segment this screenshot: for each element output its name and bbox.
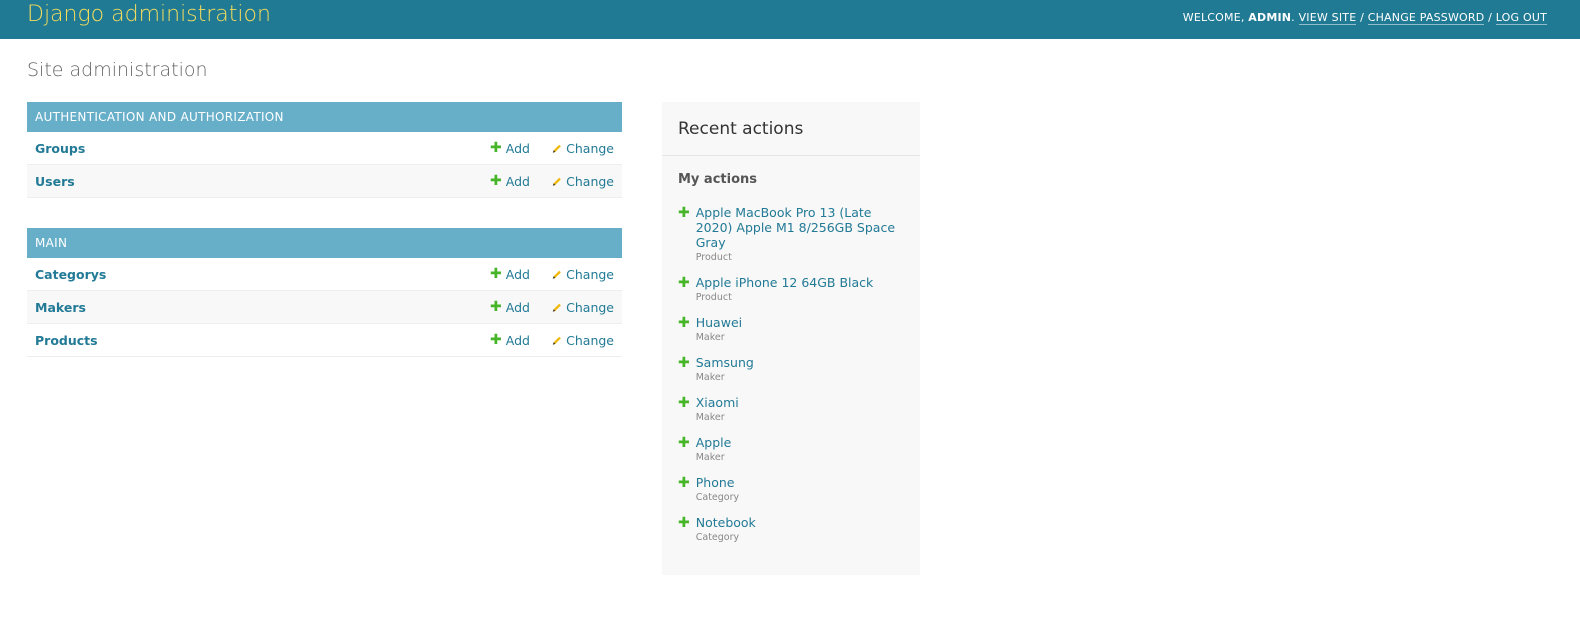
action-link[interactable]: Apple MacBook Pro 13 (Late 2020) Apple M… [696,205,904,250]
action-link[interactable]: Apple [696,435,732,450]
plus-icon: ✚ [678,515,690,531]
plus-icon: ✚ [678,395,690,411]
table-row: Products ✚ Add Change [27,324,622,357]
module-caption[interactable]: AUTHENTICATION AND AUTHORIZATION [27,102,622,132]
action-link[interactable]: Apple iPhone 12 64GB Black [696,275,874,290]
pencil-icon [552,303,561,312]
list-item: ✚ Huawei Maker [678,315,904,343]
model-link-users[interactable]: Users [35,174,490,189]
action-type: Product [695,292,732,303]
add-button[interactable]: ✚ Add [490,174,552,189]
add-label: Add [505,299,530,315]
change-label: Change [566,266,614,282]
action-type: Maker [695,332,725,343]
separator: . [1291,11,1299,24]
action-type: Maker [695,412,725,423]
pencil-icon [552,144,561,153]
change-label: Change [566,140,614,156]
view-site-link[interactable]: VIEW SITE [1298,11,1357,25]
welcome-text: WELCOME, [1182,11,1249,24]
pencil-icon [552,177,561,186]
plus-icon: ✚ [678,275,690,291]
list-item: ✚ Apple iPhone 12 64GB Black Product [678,275,904,303]
table-row: Makers ✚ Add Change [27,291,622,324]
site-branding[interactable]: Django administration [27,3,271,26]
module-caption[interactable]: MAIN [27,228,622,258]
plus-icon: ✚ [490,140,502,156]
add-button[interactable]: ✚ Add [490,141,552,156]
model-link-groups[interactable]: Groups [35,141,490,156]
plus-icon: ✚ [490,299,502,315]
action-type: Maker [695,372,725,383]
add-button[interactable]: ✚ Add [490,267,552,282]
list-item: ✚ Xiaomi Maker [678,395,904,423]
add-button[interactable]: ✚ Add [490,300,552,315]
action-type: Category [695,532,740,543]
change-password-link[interactable]: CHANGE PASSWORD [1367,11,1485,25]
list-item: ✚ Apple MacBook Pro 13 (Late 2020) Apple… [678,205,904,263]
action-link[interactable]: Samsung [696,355,754,370]
list-item: ✚ Samsung Maker [678,355,904,383]
add-label: Add [505,332,530,348]
separator: / [1356,11,1368,24]
change-button[interactable]: Change [552,333,614,348]
pencil-icon [552,270,561,279]
page-title: Site administration [27,59,208,81]
list-item: ✚ Notebook Category [678,515,904,543]
module-main: MAIN Categorys ✚ Add Change Makers ✚ Add C… [27,228,622,357]
table-row: Groups ✚ Add Change [27,132,622,165]
add-label: Add [505,140,530,156]
plus-icon: ✚ [678,355,690,371]
add-label: Add [505,266,530,282]
plus-icon: ✚ [490,332,502,348]
table-row: Categorys ✚ Add Change [27,258,622,291]
pencil-icon [552,336,561,345]
plus-icon: ✚ [490,266,502,282]
plus-icon: ✚ [678,435,690,451]
change-label: Change [566,299,614,315]
recent-actions-panel: Recent actions My actions ✚ Apple MacBoo… [662,102,920,575]
add-label: Add [505,173,530,189]
action-link[interactable]: Phone [696,475,739,490]
action-link[interactable]: Huawei [696,315,742,330]
change-button[interactable]: Change [552,300,614,315]
my-actions-title: My actions [678,172,758,187]
action-type: Category [695,492,740,503]
change-label: Change [566,332,614,348]
separator: / [1484,11,1496,24]
plus-icon: ✚ [678,475,690,491]
table-row: Users ✚ Add Change [27,165,622,198]
list-item: ✚ Phone Category [678,475,904,503]
change-label: Change [566,173,614,189]
action-type: Maker [695,452,725,463]
list-item: ✚ Apple Maker [678,435,904,463]
change-button[interactable]: Change [552,267,614,282]
action-link[interactable]: Notebook [696,515,756,530]
user-tools: WELCOME, ADMIN. VIEW SITE / CHANGE PASSW… [1182,11,1547,25]
model-link-products[interactable]: Products [35,333,490,348]
action-type: Product [695,252,732,263]
change-button[interactable]: Change [552,141,614,156]
module-auth: AUTHENTICATION AND AUTHORIZATION Groups … [27,102,622,198]
add-button[interactable]: ✚ Add [490,333,552,348]
username: ADMIN [1248,11,1292,24]
header: Django administration WELCOME, ADMIN. VI… [0,0,1580,39]
action-link[interactable]: Xiaomi [696,395,739,410]
model-link-makers[interactable]: Makers [35,300,490,315]
change-button[interactable]: Change [552,174,614,189]
model-link-categorys[interactable]: Categorys [35,267,490,282]
plus-icon: ✚ [678,205,690,221]
plus-icon: ✚ [490,173,502,189]
recent-actions-title: Recent actions [662,102,920,156]
content: Site administration AUTHENTICATION AND A… [0,39,1580,595]
app-list: AUTHENTICATION AND AUTHORIZATION Groups … [27,102,622,387]
plus-icon: ✚ [678,315,690,331]
action-list: ✚ Apple MacBook Pro 13 (Late 2020) Apple… [662,205,920,543]
log-out-link[interactable]: LOG OUT [1495,11,1547,25]
